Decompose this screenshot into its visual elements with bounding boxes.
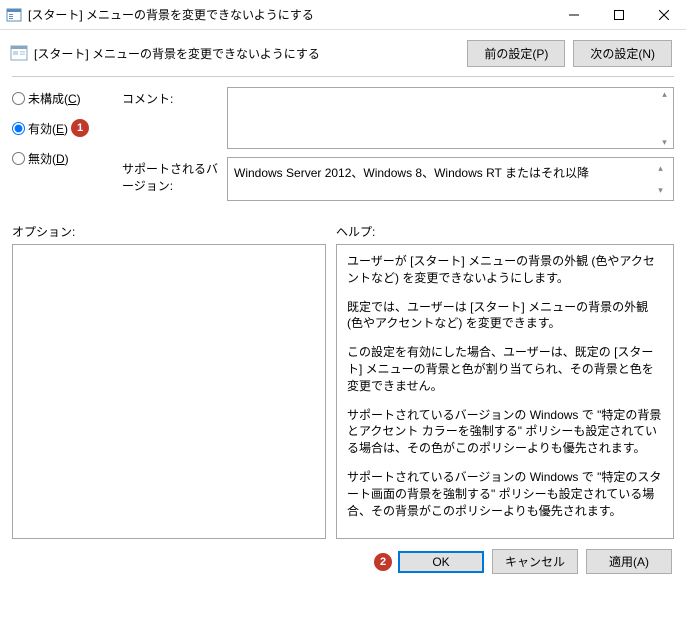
- radio-enabled[interactable]: [12, 122, 25, 135]
- annotation-marker-1: 1: [71, 119, 89, 137]
- comment-scrollbar[interactable]: ▴▾: [656, 88, 673, 148]
- ok-button[interactable]: OK: [398, 551, 484, 573]
- comment-input[interactable]: [228, 88, 656, 148]
- maximize-button[interactable]: [596, 0, 641, 29]
- policy-title: [スタート] メニューの背景を変更できないようにする: [34, 45, 467, 62]
- next-setting-button[interactable]: 次の設定(N): [573, 40, 672, 67]
- radio-disabled[interactable]: [12, 152, 25, 165]
- app-icon: [6, 7, 22, 23]
- dialog-footer: 2 OK キャンセル 適用(A): [0, 539, 686, 574]
- help-p2: 既定では、ユーザーは [スタート] メニューの背景の外観 (色やアクセントなど)…: [347, 299, 663, 333]
- options-section-label: オプション:: [12, 223, 336, 240]
- radio-disabled-label[interactable]: 無効(D): [28, 150, 69, 167]
- supported-text: Windows Server 2012、Windows 8、Windows RT…: [232, 162, 652, 196]
- help-content: ユーザーが [スタート] メニューの背景の外観 (色やアクセントなど) を変更で…: [347, 253, 663, 519]
- help-section-label: ヘルプ:: [336, 223, 375, 240]
- state-radio-group: 未構成(C) 有効(E) 1 無効(D): [12, 87, 122, 209]
- radio-not-configured[interactable]: [12, 92, 25, 105]
- comment-label: コメント:: [122, 87, 227, 149]
- help-panel: ユーザーが [スタート] メニューの背景の外観 (色やアクセントなど) を変更で…: [336, 244, 674, 539]
- prev-setting-button[interactable]: 前の設定(P): [467, 40, 565, 67]
- help-p1: ユーザーが [スタート] メニューの背景の外観 (色やアクセントなど) を変更で…: [347, 253, 663, 287]
- window-title: [スタート] メニューの背景を変更できないようにする: [28, 6, 551, 23]
- options-panel: [12, 244, 326, 539]
- supported-box: Windows Server 2012、Windows 8、Windows RT…: [227, 157, 674, 201]
- subtitle-bar: [スタート] メニューの背景を変更できないようにする 前の設定(P) 次の設定(…: [0, 30, 686, 76]
- supported-scrollbar[interactable]: ▴▾: [652, 162, 669, 196]
- close-button[interactable]: [641, 0, 686, 29]
- titlebar: [スタート] メニューの背景を変更できないようにする: [0, 0, 686, 30]
- minimize-button[interactable]: [551, 0, 596, 29]
- policy-icon: [10, 44, 28, 62]
- help-p3: この設定を有効にした場合、ユーザーは、既定の [スタート] メニューの背景と色が…: [347, 344, 663, 394]
- supported-label: サポートされるバージョン:: [122, 157, 227, 201]
- radio-not-configured-label[interactable]: 未構成(C): [28, 90, 81, 107]
- help-p4: サポートされているバージョンの Windows で "特定の背景とアクセント カ…: [347, 407, 663, 457]
- annotation-marker-2: 2: [374, 553, 392, 571]
- help-p5: サポートされているバージョンの Windows で "特定のスタート画面の背景を…: [347, 469, 663, 519]
- window-controls: [551, 0, 686, 29]
- radio-enabled-label[interactable]: 有効(E): [28, 120, 68, 137]
- cancel-button[interactable]: キャンセル: [492, 549, 578, 574]
- apply-button[interactable]: 適用(A): [586, 549, 672, 574]
